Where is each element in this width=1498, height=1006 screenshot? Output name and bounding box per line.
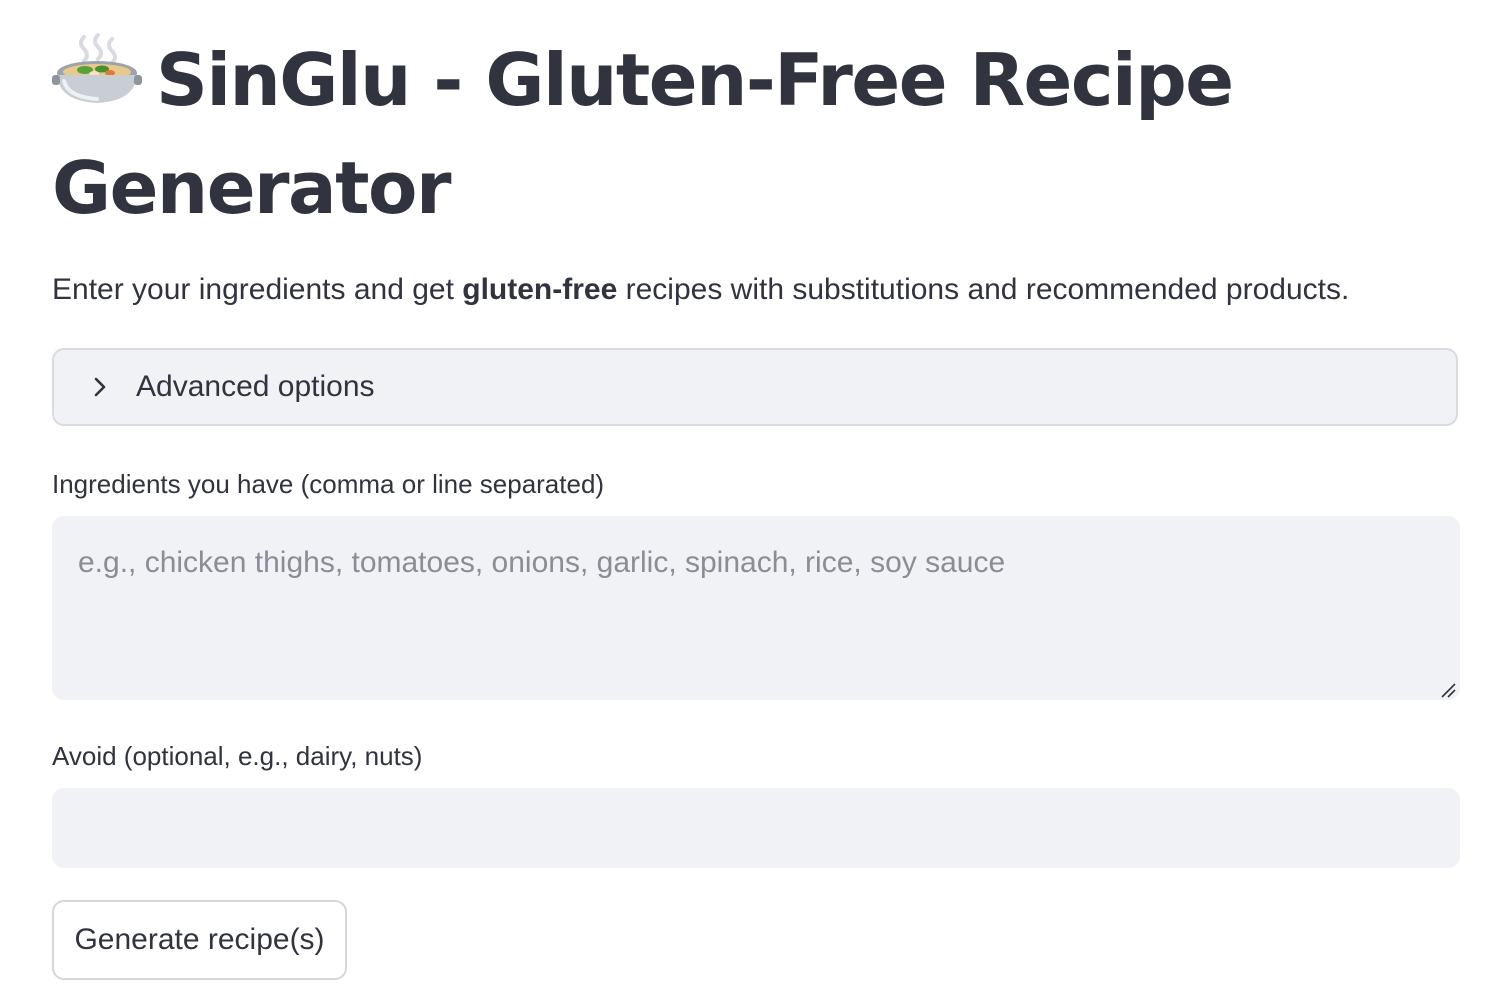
advanced-options-expander[interactable]: Advanced options [52,348,1458,426]
intro-text-before: Enter your ingredients and get [52,273,463,306]
ingredients-textarea[interactable] [52,516,1460,700]
page-title-text: SinGlu - Gluten-Free Recipe Generator [52,38,1234,230]
resize-handle-icon[interactable] [1438,680,1456,698]
avoid-label: Avoid (optional, e.g., dairy, nuts) [52,741,423,771]
ingredients-label: Ingredients you have (comma or line sepa… [52,469,605,499]
page-title: SinGlu - Gluten-Free Recipe Generator [52,26,1352,242]
pot-of-food-icon [52,32,142,110]
generate-recipes-button[interactable]: Generate recipe(s) [52,900,347,980]
advanced-options-label: Advanced options [136,370,375,403]
app-page: SinGlu - Gluten-Free Recipe Generator En… [0,0,1498,1006]
chevron-right-icon [94,377,106,397]
intro-text-after: recipes with substitutions and recommend… [617,273,1350,306]
intro-text-bold: gluten-free [462,273,618,306]
avoid-input[interactable] [52,788,1460,868]
intro-text: Enter your ingredients and get gluten-fr… [52,268,1349,312]
